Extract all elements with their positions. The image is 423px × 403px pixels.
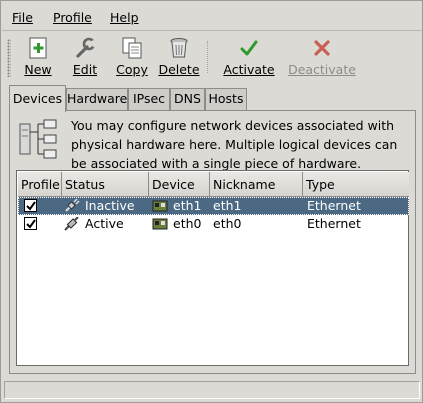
connected-plug-icon [64,216,80,231]
column-header-type[interactable]: Type [303,172,409,197]
red-x-icon [310,36,334,60]
new-button[interactable]: New [17,34,59,80]
menu-help[interactable]: Help [110,10,139,26]
activate-button-label: Activate [223,62,275,77]
menu-file-label: File [12,10,33,25]
menu-profile[interactable]: Profile [53,10,92,26]
menu-help-label: Help [110,10,139,25]
tab-dns-label: DNS [174,91,201,106]
copy-button[interactable]: Copy [111,34,153,80]
delete-button[interactable]: Delete [157,34,201,80]
devices-table: Profile Status Device Nickname Type Inac… [16,170,409,366]
ethernet-card-icon [152,217,168,231]
new-button-label: New [24,62,52,77]
tab-bar: Devices Hardware IPsec DNS Hosts [2,85,422,112]
trash-icon [167,36,191,60]
tab-hosts-label: Hosts [208,91,244,106]
toolbar-separator [207,41,208,73]
delete-button-label: Delete [158,62,200,77]
row-type: Ethernet [307,198,361,213]
status-bar [4,381,420,399]
tab-ipsec[interactable]: IPsec [128,88,170,111]
tab-devices[interactable]: Devices [9,85,66,112]
checkmark-icon [237,36,261,60]
copy-button-label: Copy [116,62,148,77]
row-device: eth1 [173,198,202,213]
disconnected-plug-icon [64,198,80,213]
row-device: eth0 [173,216,202,231]
profile-checkbox[interactable] [24,217,37,230]
copy-icon [120,36,144,60]
tab-devices-label: Devices [12,91,63,106]
toolbar-handle[interactable] [7,39,11,77]
devices-info-text: You may configure network devices associ… [71,118,398,171]
row-status: Active [85,216,124,231]
tab-hosts[interactable]: Hosts [205,88,247,111]
tab-dns[interactable]: DNS [170,88,205,111]
deactivate-button-label: Deactivate [288,62,356,77]
ethernet-card-icon [152,199,168,213]
table-row[interactable]: Inactive eth1 eth1 Ethernet [18,197,409,215]
tab-hardware-label: Hardware [67,91,128,106]
table-row[interactable]: Active eth0 eth0 Ethernet [18,215,409,233]
network-devices-icon [18,118,58,162]
toolbar: New Edit Copy Delete Activate Deactivate [2,31,422,81]
column-header-profile[interactable]: Profile [18,172,62,197]
column-header-status[interactable]: Status [62,172,149,197]
tab-ipsec-label: IPsec [132,91,166,106]
new-icon [26,36,50,60]
row-nickname: eth0 [213,216,242,231]
menubar: File Profile Help [2,2,422,31]
column-header-device[interactable]: Device [149,172,210,197]
edit-button[interactable]: Edit [64,34,106,80]
menu-profile-label: Profile [53,10,92,25]
profile-checkbox[interactable] [24,199,37,212]
edit-button-label: Edit [72,62,98,77]
deactivate-button[interactable]: Deactivate [287,34,357,80]
activate-button[interactable]: Activate [221,34,277,80]
row-status: Inactive [85,198,135,213]
row-type: Ethernet [307,216,361,231]
network-configuration-window: File Profile Help New Edit Copy Delete A… [0,0,423,403]
tab-hardware[interactable]: Hardware [66,88,128,111]
wrench-icon [73,36,98,60]
row-nickname: eth1 [213,198,242,213]
table-header: Profile Status Device Nickname Type [18,172,409,197]
column-header-nickname[interactable]: Nickname [210,172,303,197]
menu-file[interactable]: File [12,10,33,26]
